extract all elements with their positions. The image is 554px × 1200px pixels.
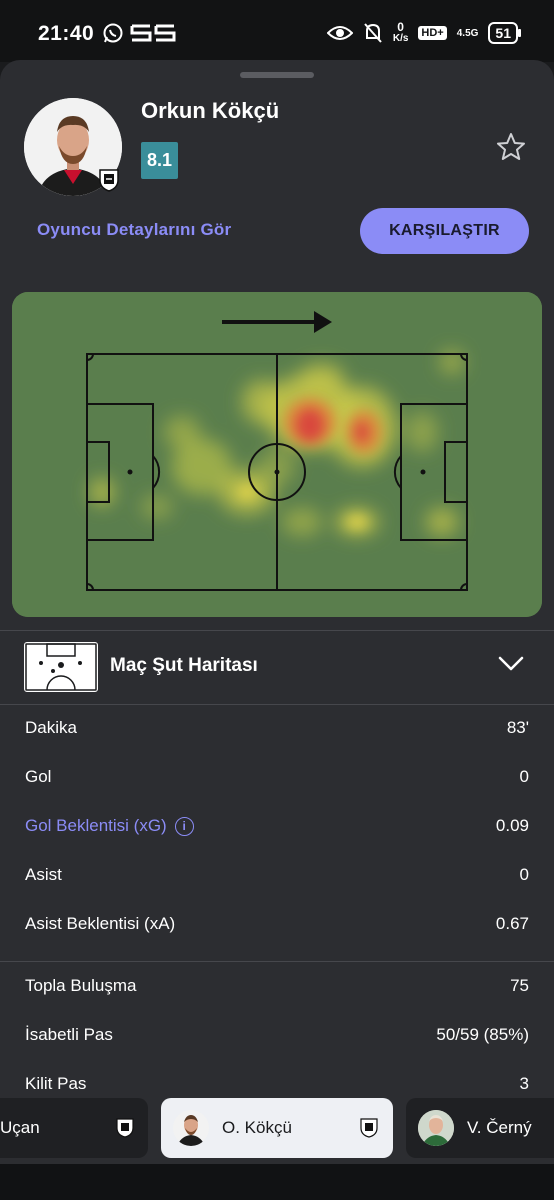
player-rating-badge: 8.1 bbox=[141, 142, 178, 179]
stat-row-xg[interactable]: Gol Beklentisi (xG) i 0.09 bbox=[0, 806, 554, 846]
section-divider bbox=[0, 961, 554, 962]
drag-handle[interactable] bbox=[240, 72, 314, 78]
player-tab-avatar bbox=[418, 1110, 454, 1146]
stat-value: 0 bbox=[519, 767, 529, 786]
club-badge-icon bbox=[99, 169, 119, 192]
stat-label: Gol Beklentisi (xG) bbox=[25, 816, 167, 835]
signal-label: 4.5G bbox=[456, 27, 479, 39]
player-sheet: Orkun Kökçü 8.1 Oyuncu Detaylarını Gör K… bbox=[0, 60, 554, 1200]
system-nav-bar bbox=[0, 1164, 554, 1200]
hd-badge: HD+ bbox=[418, 26, 447, 40]
stat-value: 3 bbox=[519, 1074, 529, 1093]
stat-label: Gol bbox=[25, 767, 52, 786]
stat-value: 0.67 bbox=[495, 914, 529, 933]
stat-label: Asist Beklentisi (xA) bbox=[25, 914, 176, 933]
shot-map-thumbnail-icon bbox=[24, 642, 98, 692]
section-divider bbox=[0, 704, 554, 705]
net-speed: 0 K/s bbox=[392, 20, 409, 44]
player-tab-current[interactable]: O. Kökçü bbox=[161, 1098, 393, 1158]
player-details-link[interactable]: Oyuncu Detaylarını Gör bbox=[37, 220, 231, 240]
player-photo-icon bbox=[177, 1115, 205, 1146]
info-icon[interactable]: i bbox=[174, 817, 194, 837]
player-tab-name: O. Kökçü bbox=[222, 1118, 292, 1137]
player-photo-icon bbox=[418, 1110, 454, 1146]
stat-label: Kilit Pas bbox=[25, 1074, 87, 1093]
stat-label: İsabetli Pas bbox=[25, 1025, 113, 1044]
stat-value: 0 bbox=[519, 865, 529, 884]
club-badge-icon bbox=[360, 1118, 378, 1138]
net-speed-unit: K/s bbox=[392, 33, 409, 44]
stat-label: Dakika bbox=[25, 718, 77, 737]
heatmap-pitch bbox=[12, 292, 542, 617]
stat-label: Topla Buluşma bbox=[25, 976, 137, 995]
stat-value: 0.09 bbox=[495, 816, 529, 835]
bell-muted-icon bbox=[364, 23, 382, 43]
status-left-icons bbox=[102, 22, 178, 44]
battery-indicator: 51 bbox=[488, 22, 521, 44]
net-speed-value: 0 bbox=[397, 20, 404, 34]
player-tab-name: V. Černý bbox=[467, 1118, 532, 1137]
stat-row-minutes: Dakika 83' bbox=[0, 708, 554, 748]
status-right-icons: 0 K/s HD+ 4.5G 51 bbox=[326, 20, 521, 44]
whatsapp-icon bbox=[103, 23, 123, 43]
eye-icon bbox=[326, 26, 353, 40]
stat-row-touches: Topla Buluşma 75 bbox=[0, 966, 554, 1006]
status-time: 21:40 bbox=[38, 22, 95, 45]
chevron-down-icon[interactable] bbox=[498, 656, 524, 672]
player-switcher: Uçan O. Kökçü V. Černý bbox=[0, 1098, 554, 1160]
stat-label-xg-link[interactable]: Gol Beklentisi (xG) i bbox=[25, 816, 194, 837]
shot-map-toggle[interactable]: Maç Şut Haritası bbox=[0, 632, 554, 704]
compare-button[interactable]: KARŞILAŞTIR bbox=[360, 208, 529, 254]
stat-row-assists: Asist 0 bbox=[0, 855, 554, 895]
app-notification-icon bbox=[130, 24, 176, 42]
star-favorite-icon[interactable] bbox=[496, 132, 526, 162]
player-tab-avatar bbox=[173, 1110, 209, 1146]
stat-value: 83' bbox=[506, 718, 529, 737]
stat-label: Asist bbox=[25, 865, 62, 884]
stat-row-xa: Asist Beklentisi (xA) 0.67 bbox=[0, 904, 554, 944]
stat-value: 50/59 (85%) bbox=[436, 1025, 529, 1044]
player-tab-next[interactable]: V. Černý bbox=[406, 1098, 554, 1158]
section-divider bbox=[0, 630, 554, 631]
status-bar: 21:40 0 K/s HD+ 4.5G 51 bbox=[0, 0, 554, 62]
player-name: Orkun Kökçü bbox=[141, 98, 280, 123]
player-tab-prev[interactable]: Uçan bbox=[0, 1098, 148, 1158]
stat-row-goals: Gol 0 bbox=[0, 757, 554, 797]
stat-value: 75 bbox=[510, 976, 529, 995]
player-tab-name: Uçan bbox=[0, 1118, 40, 1137]
shot-map-title: Maç Şut Haritası bbox=[110, 655, 258, 676]
heatmap-canvas bbox=[12, 292, 542, 617]
stat-row-accurate-passes: İsabetli Pas 50/59 (85%) bbox=[0, 1015, 554, 1055]
club-badge-icon bbox=[116, 1118, 134, 1138]
